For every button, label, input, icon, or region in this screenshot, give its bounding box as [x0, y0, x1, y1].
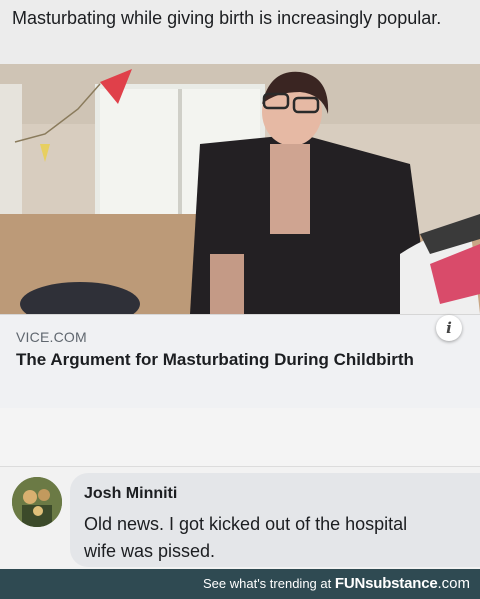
link-title[interactable]: The Argument for Masturbating During Chi…: [16, 348, 436, 371]
brand-domain: .com: [437, 575, 470, 592]
avatar-image: [12, 477, 62, 527]
footer-text: See what's trending at FUNsubstance.com: [203, 569, 470, 599]
brand-name: FUNsubstance: [334, 575, 438, 592]
comment-text: Old news. I got kicked out of the hospit…: [84, 514, 408, 561]
footer-tagline: See what's trending at: [203, 576, 332, 591]
comment-author[interactable]: Josh Minniti: [84, 485, 177, 503]
avatar[interactable]: [12, 477, 62, 527]
post-text: Masturbating while giving birth is incre…: [12, 8, 442, 28]
link-preview-card[interactable]: i VICE.COM The Argument for Masturbating…: [0, 314, 480, 409]
post-divider-area: [0, 408, 480, 466]
info-icon[interactable]: i: [436, 315, 462, 341]
link-preview-image[interactable]: [0, 64, 480, 314]
comment-bubble: Josh Minniti Old news. I got kicked out …: [70, 473, 480, 567]
photo-illustration: [0, 64, 480, 314]
comment: Josh Minniti Old news. I got kicked out …: [0, 467, 480, 569]
watermark-footer: See what's trending at FUNsubstance.com: [0, 569, 480, 599]
link-domain: VICE.COM: [16, 329, 87, 345]
